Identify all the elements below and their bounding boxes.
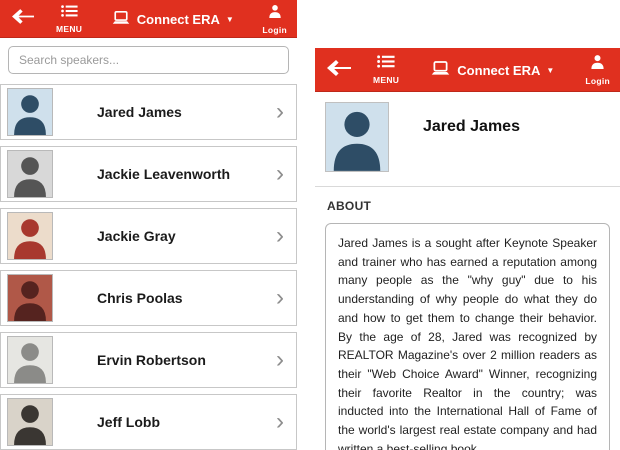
speaker-name: Jeff Lobb: [97, 414, 160, 430]
app-title-dropdown[interactable]: Connect ERA ▼: [409, 48, 575, 92]
list-item-jackie-gray[interactable]: Jackie Gray ›: [0, 208, 297, 264]
login-button[interactable]: Login: [252, 0, 297, 38]
speaker-photo: [7, 150, 53, 198]
menu-button[interactable]: MENU: [363, 48, 409, 92]
speaker-profile-header: Jared James: [315, 92, 620, 186]
speaker-name: Ervin Robertson: [97, 352, 206, 368]
app-bar: MENU Connect ERA ▼ Login: [0, 0, 297, 38]
app-bar: MENU Connect ERA ▼ Login: [315, 48, 620, 92]
list-item-chris-poolas[interactable]: Chris Poolas ›: [0, 270, 297, 326]
app-title: Connect ERA: [457, 62, 541, 78]
speaker-photo: [7, 336, 53, 384]
list-item-jeff-lobb[interactable]: Jeff Lobb ›: [0, 394, 297, 450]
menu-label: MENU: [56, 24, 83, 34]
login-button[interactable]: Login: [575, 48, 620, 92]
speaker-name: Jared James: [97, 104, 182, 120]
caret-down-icon: ▼: [225, 15, 234, 24]
menu-button[interactable]: MENU: [46, 0, 92, 38]
speaker-photo: [325, 102, 389, 172]
about-text: Jared James is a sought after Keynote Sp…: [338, 236, 597, 450]
person-icon: [268, 4, 282, 23]
speaker-name-heading: Jared James: [423, 118, 520, 135]
person-icon: [590, 54, 605, 74]
menu-label: MENU: [373, 75, 400, 85]
speaker-name: Jackie Gray: [97, 228, 176, 244]
speaker-photo: [7, 212, 53, 260]
chevron-right-icon: ›: [276, 98, 284, 125]
speaker-photo: [7, 274, 53, 322]
menu-list-icon: [377, 55, 395, 73]
chevron-right-icon: ›: [276, 408, 284, 435]
back-button[interactable]: [0, 0, 46, 38]
app-title-dropdown[interactable]: Connect ERA ▼: [92, 0, 252, 38]
screenshot-canvas: MENU Connect ERA ▼ Login Search speakers…: [0, 0, 620, 450]
speaker-name: Chris Poolas: [97, 290, 183, 306]
back-arrow-icon: [12, 9, 34, 29]
speaker-photo: [7, 398, 53, 446]
chevron-right-icon: ›: [276, 346, 284, 373]
back-button[interactable]: [315, 48, 363, 92]
list-item-jared-james[interactable]: Jared James ›: [0, 84, 297, 140]
login-label: Login: [585, 76, 610, 86]
speaker-name: Jackie Leavenworth: [97, 166, 231, 182]
chevron-right-icon: ›: [276, 160, 284, 187]
list-item-jackie-leavenworth[interactable]: Jackie Leavenworth ›: [0, 146, 297, 202]
chevron-right-icon: ›: [276, 222, 284, 249]
speaker-detail-screen: MENU Connect ERA ▼ Login Jared James ABO…: [315, 48, 620, 450]
caret-down-icon: ▼: [546, 66, 555, 75]
login-label: Login: [262, 24, 287, 35]
menu-list-icon: [60, 4, 78, 22]
about-box: Jared James is a sought after Keynote Sp…: [325, 223, 610, 450]
back-arrow-icon: [327, 59, 351, 81]
list-item-ervin-robertson[interactable]: Ervin Robertson ›: [0, 332, 297, 388]
speaker-list-screen: MENU Connect ERA ▼ Login Search speakers…: [0, 0, 297, 450]
chevron-right-icon: ›: [276, 284, 284, 311]
speaker-photo: [7, 88, 53, 136]
speaker-list: Jared James › Jackie Leavenworth › Jacki…: [0, 84, 297, 450]
about-section-label: ABOUT: [327, 199, 372, 213]
search-bar: [0, 38, 297, 84]
laptop-icon: [111, 10, 131, 28]
laptop-icon: [430, 61, 451, 79]
search-input[interactable]: [8, 46, 289, 74]
app-title: Connect ERA: [136, 11, 220, 27]
